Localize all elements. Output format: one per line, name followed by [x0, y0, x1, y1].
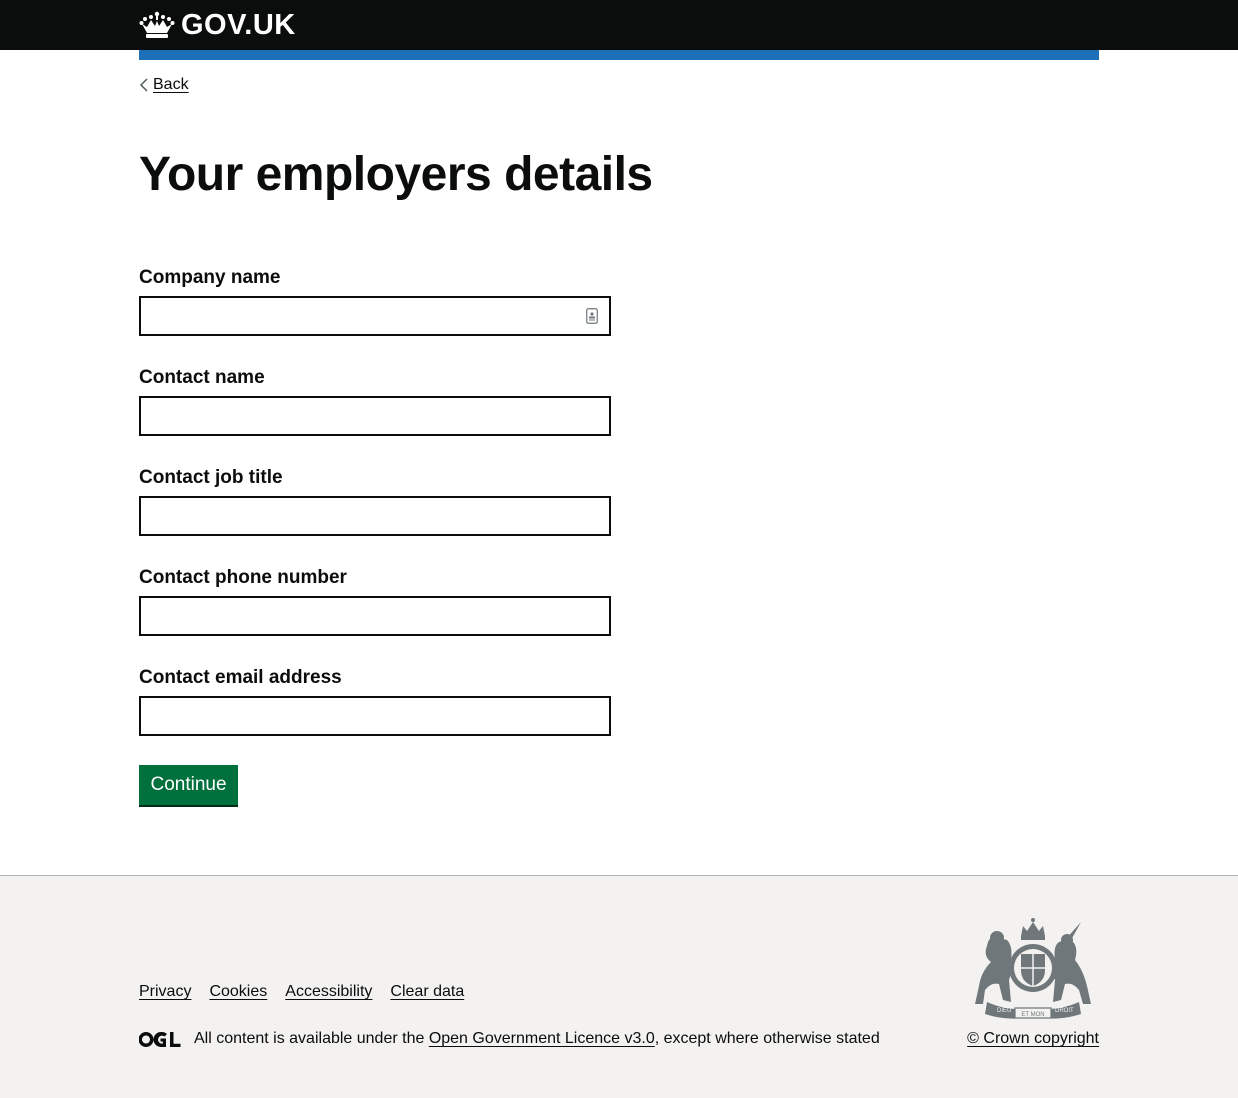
footer-link-cookies[interactable]: Cookies — [209, 983, 267, 1001]
contact-job-title-input[interactable] — [139, 496, 611, 536]
contact-phone-label: Contact phone number — [139, 567, 347, 588]
govuk-logo-link[interactable]: GOV.UK — [139, 9, 296, 41]
chevron-left-icon — [139, 78, 148, 92]
site-footer: Privacy Cookies Accessibility Clear data… — [0, 875, 1238, 1098]
crown-icon — [139, 11, 175, 38]
contact-email-label: Contact email address — [139, 667, 342, 688]
footer-link-privacy[interactable]: Privacy — [139, 983, 191, 1001]
contact-phone-input-wrap — [139, 596, 611, 636]
crest-motto-right: DROIT — [1055, 1008, 1074, 1014]
logo-text: GOV.UK — [181, 9, 296, 41]
licence-prefix: All content is available under the — [194, 1030, 429, 1047]
open-government-licence-link[interactable]: Open Government Licence v3.0 — [429, 1030, 655, 1047]
page-title: Your employers details — [139, 148, 653, 201]
contact-email-field: Contact email address — [139, 666, 611, 736]
back-link-label: Back — [153, 76, 189, 93]
licence-text: All content is available under the Open … — [194, 1028, 880, 1050]
licence-suffix: , except where otherwise stated — [654, 1030, 880, 1047]
company-name-input-wrap — [139, 296, 611, 336]
company-name-field: Company name — [139, 266, 611, 336]
site-header: GOV.UK — [0, 0, 1238, 50]
crest-motto-middle: ET MON — [1021, 1012, 1044, 1018]
contact-name-label: Contact name — [139, 367, 265, 388]
ogl-logo — [139, 1031, 181, 1047]
contact-email-input[interactable] — [139, 696, 611, 736]
contact-name-field: Contact name — [139, 366, 611, 436]
company-name-input[interactable] — [139, 296, 611, 336]
crown-copyright-link[interactable]: © Crown copyright — [967, 1028, 1099, 1050]
contact-name-input-wrap — [139, 396, 611, 436]
contact-name-input[interactable] — [139, 396, 611, 436]
contact-card-icon[interactable] — [586, 308, 598, 324]
contact-phone-input[interactable] — [139, 596, 611, 636]
footer-links: Privacy Cookies Accessibility Clear data — [139, 983, 464, 1001]
royal-coat-of-arms-icon: DIEU ET MON DROIT — [975, 918, 1091, 1019]
continue-button[interactable]: Continue — [139, 765, 238, 805]
contact-job-title-field: Contact job title — [139, 466, 611, 536]
contact-email-input-wrap — [139, 696, 611, 736]
back-link[interactable]: Back — [139, 74, 189, 96]
contact-job-title-input-wrap — [139, 496, 611, 536]
contact-phone-field: Contact phone number — [139, 566, 611, 636]
header-accent-bar — [139, 50, 1099, 60]
crest-motto-left: DIEU — [997, 1008, 1011, 1014]
footer-link-accessibility[interactable]: Accessibility — [285, 983, 372, 1001]
contact-job-title-label: Contact job title — [139, 467, 283, 488]
footer-link-clear-data[interactable]: Clear data — [390, 983, 464, 1001]
company-name-label: Company name — [139, 267, 281, 288]
